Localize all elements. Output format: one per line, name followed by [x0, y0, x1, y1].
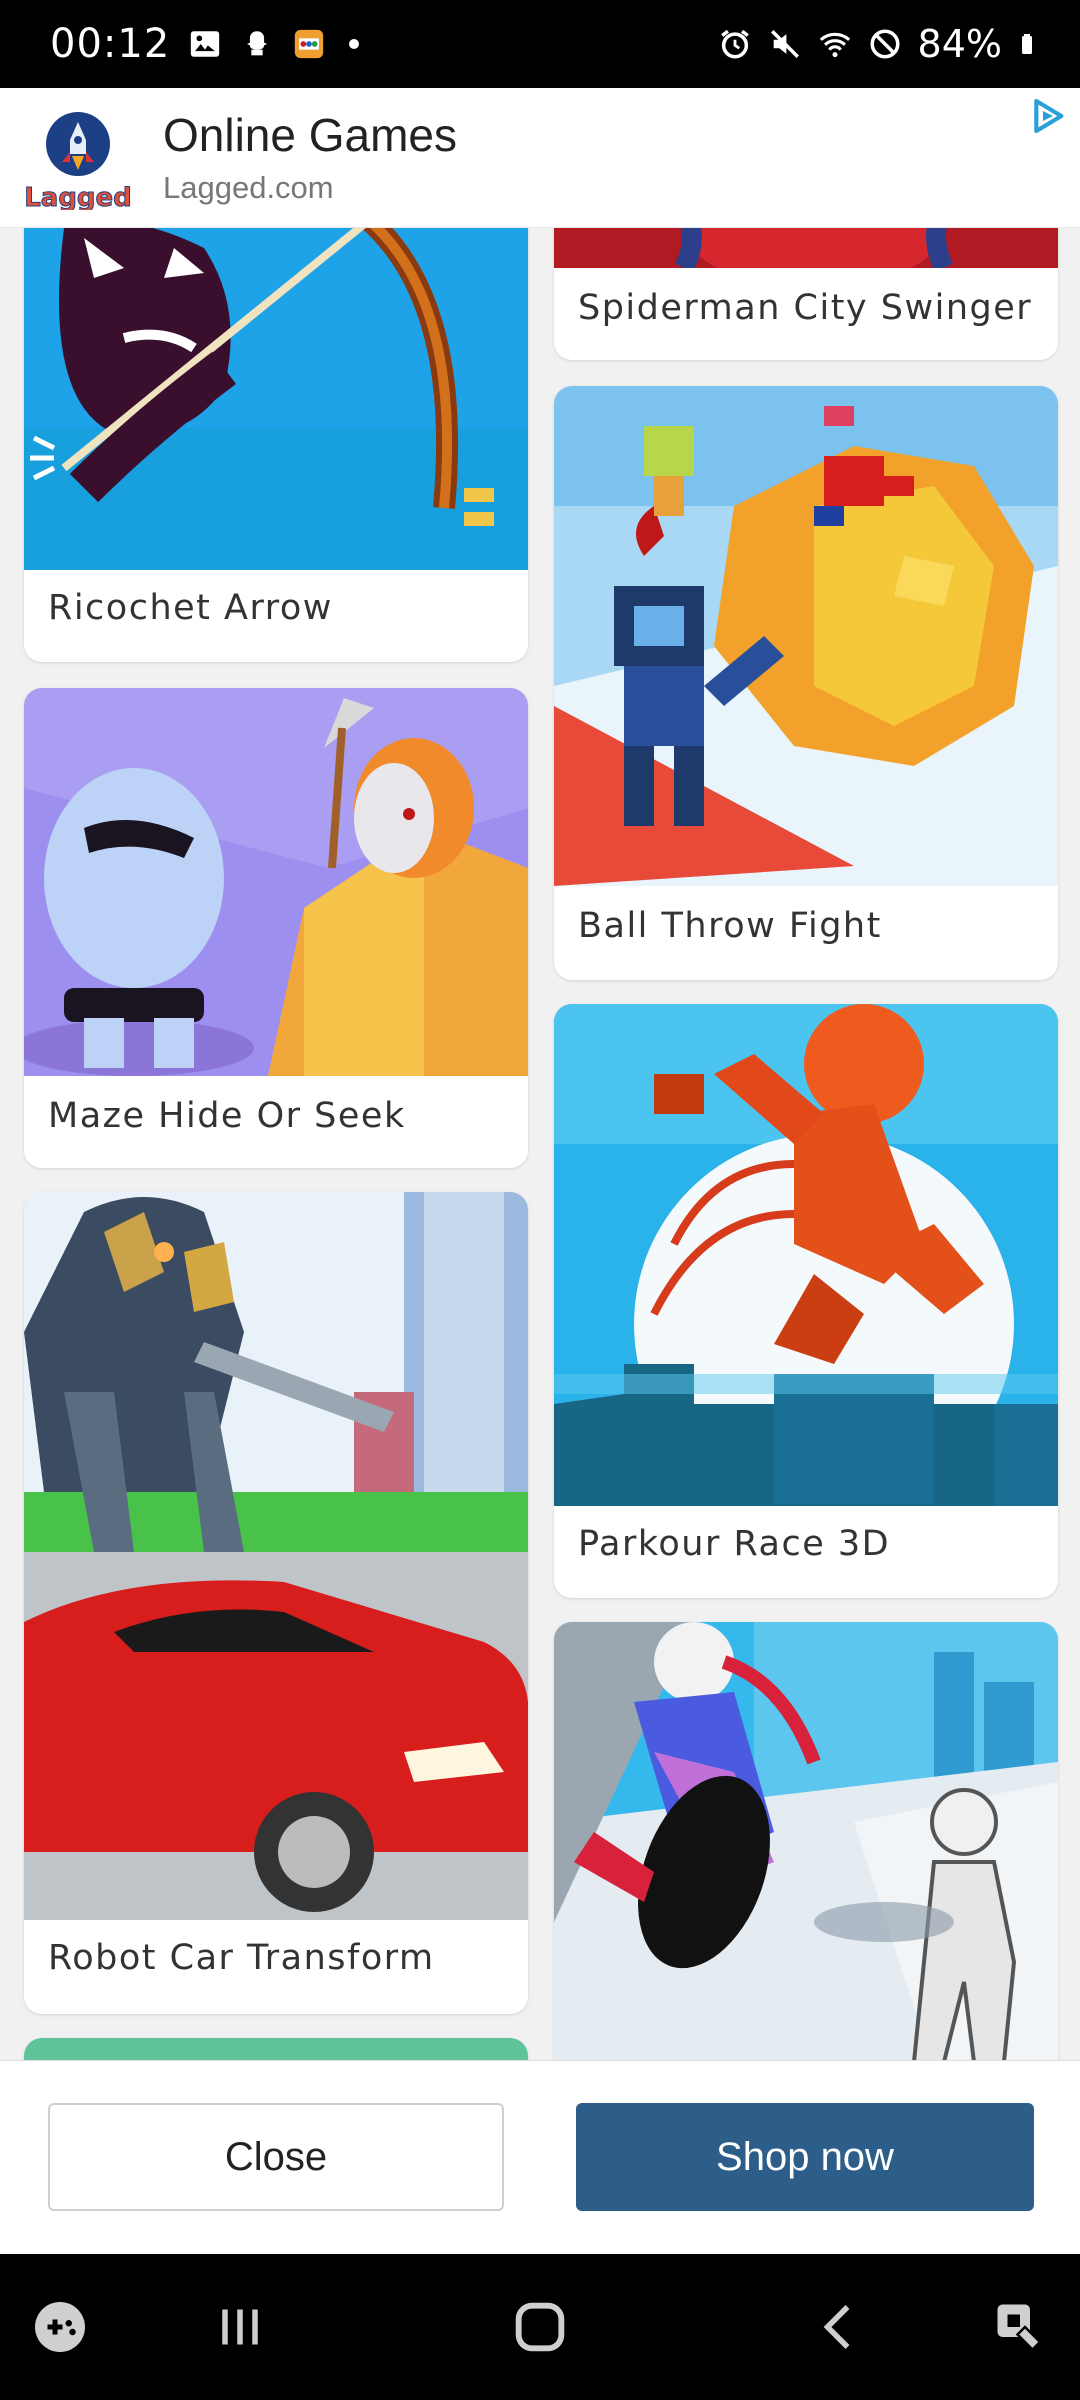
game-title: Ball Throw Fight [578, 906, 882, 946]
dot-icon [349, 39, 360, 49]
recent-apps-icon[interactable] [190, 2254, 290, 2400]
game-title: Maze Hide Or Seek [48, 1096, 406, 1136]
game-card[interactable]: Ball Throw Fight [554, 386, 1058, 980]
game-thumbnail [24, 688, 528, 1076]
game-thumbnail [554, 228, 1058, 268]
status-right: 84% [718, 0, 1042, 88]
ad-choices-icon[interactable] [1028, 96, 1068, 136]
game-title: Parkour Race 3D [578, 1524, 891, 1564]
game-thumbnail [554, 1004, 1058, 1506]
ad-domain: Lagged.com [163, 170, 334, 205]
accessibility-icon[interactable] [980, 2254, 1060, 2400]
svg-text:Lagged: Lagged [24, 183, 132, 210]
ad-cta-bar: Close Shop now [0, 2060, 1080, 2254]
close-button[interactable]: Close [48, 2103, 504, 2211]
game-card[interactable]: Maze Hide Or Seek [24, 688, 528, 1168]
back-icon[interactable] [790, 2254, 890, 2400]
alarm-icon [720, 29, 749, 59]
game-card[interactable]: Parkour Race 3D [554, 1004, 1058, 1598]
snapchat-icon [247, 31, 268, 56]
navigation-bar [0, 2254, 1080, 2400]
game-thumbnail [24, 2038, 528, 2060]
game-launcher-icon[interactable] [20, 2254, 100, 2400]
status-bar: 00:12 84% [0, 0, 1080, 88]
ad-title[interactable]: Online Games [163, 108, 457, 162]
home-icon[interactable] [490, 2254, 590, 2400]
game-card[interactable]: Spiderman City Swinger [554, 228, 1058, 360]
game-thumbnail [24, 1192, 528, 1920]
game-card[interactable]: Robot Car Transform [24, 1192, 528, 2014]
battery-icon [1022, 34, 1032, 54]
game-app-icon [295, 29, 324, 59]
game-title: Robot Car Transform [48, 1938, 435, 1978]
games-grid[interactable]: Ricochet Arrow Maze Hide Or Seek Robot C… [0, 228, 1080, 2060]
game-title: Ricochet Arrow [48, 588, 333, 628]
game-card[interactable] [24, 2038, 528, 2060]
game-thumbnail [554, 386, 1058, 886]
shop-now-button[interactable]: Shop now [576, 2103, 1034, 2211]
game-thumbnail [554, 1622, 1058, 2060]
game-card[interactable]: Ricochet Arrow [24, 228, 528, 662]
game-card[interactable] [554, 1622, 1058, 2060]
game-thumbnail [24, 228, 528, 570]
game-title: Spiderman City Swinger [578, 288, 1033, 328]
mute-icon [770, 29, 799, 59]
status-time: 00:12 [50, 21, 171, 67]
status-left: 00:12 [50, 0, 364, 88]
wifi-icon [819, 32, 850, 58]
battery-percent: 84% [917, 22, 1002, 66]
ad-header[interactable]: Lagged Online Games Lagged.com [0, 88, 1080, 228]
gallery-icon [191, 31, 220, 57]
do-not-disturb-icon [870, 29, 900, 59]
lagged-logo: Lagged [24, 112, 132, 210]
